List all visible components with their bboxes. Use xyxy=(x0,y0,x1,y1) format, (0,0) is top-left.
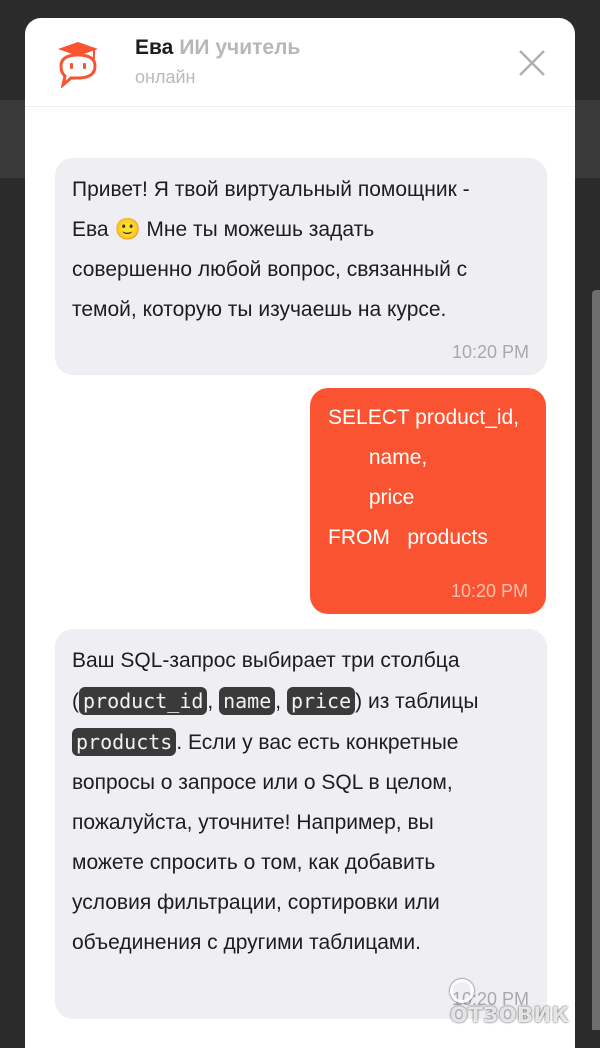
message-line: вопросы о запросе или о SQL в целом, xyxy=(72,771,453,794)
message-line: name, xyxy=(328,446,428,469)
assistant-name: Ева xyxy=(135,36,174,59)
message-line: объединения с другими таблицами. xyxy=(72,931,421,954)
close-icon[interactable] xyxy=(517,48,547,78)
user-message-sql: SELECT product_id, name, price FROM prod… xyxy=(310,388,546,614)
chat-title: Ева ИИ учитель xyxy=(135,35,300,61)
inline-code: price xyxy=(286,687,356,715)
bot-message-greeting: Привет! Я твой виртуальный помощник - Ев… xyxy=(55,158,547,375)
message-line: темой, которую ты изучаешь на курсе. xyxy=(72,298,447,321)
message-line: SELECT product_id, xyxy=(328,406,520,429)
graduation-cap-chat-avatar-icon xyxy=(58,42,98,88)
message-line: пожалуйста, уточните! Например, вы xyxy=(72,811,434,834)
scrollbar[interactable] xyxy=(592,290,600,1030)
message-timestamp: 10:20 PM xyxy=(451,342,529,362)
message-line: price xyxy=(328,486,415,509)
message-line: условия фильтрации, сортировки или xyxy=(72,891,440,914)
message-line: FROM products xyxy=(328,526,488,549)
inline-code: name xyxy=(219,687,276,715)
message-line: Ваш SQL-запрос выбирает три столбца xyxy=(72,649,460,672)
message-line: Ева 🙂 Мне ты можешь задать xyxy=(72,218,375,241)
chat-window: Ева ИИ учитель онлайн Привет! Я твой вирт… xyxy=(25,18,575,1048)
online-status: онлайн xyxy=(135,67,196,87)
message-line: Привет! Я твой виртуальный помощник - xyxy=(72,178,470,201)
chat-header: Ева ИИ учитель онлайн xyxy=(25,18,575,107)
message-line: можете спросить о том, как добавить xyxy=(72,851,436,874)
bot-message-reply: Ваш SQL-запрос выбирает три столбца (pro… xyxy=(55,629,547,1019)
message-line: products. Если у вас есть конкретные xyxy=(72,722,533,763)
assistant-role: ИИ учитель xyxy=(179,36,301,59)
message-timestamp: 10:20 PM xyxy=(450,581,528,601)
otzovik-watermark: ОТЗОВИК xyxy=(450,978,590,1027)
inline-code: products xyxy=(72,728,177,756)
inline-code: product_id xyxy=(79,687,208,715)
watermark-logo-icon xyxy=(450,979,474,1003)
message-line: совершенно любой вопрос, связанный с xyxy=(72,258,468,281)
message-line: (product_id, name, price) из таблицы xyxy=(72,687,479,715)
